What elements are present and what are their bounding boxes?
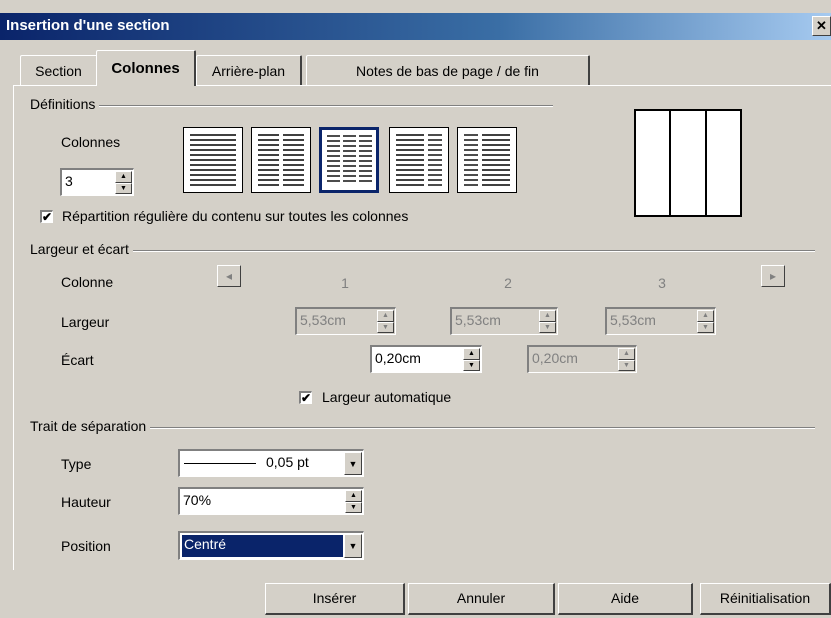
- tab-label: Arrière-plan: [211, 63, 286, 79]
- column-1-width-field[interactable]: 5,53cm ▲ ▼: [295, 307, 396, 335]
- selection-highlight: Centré: [181, 534, 344, 558]
- next-column-button[interactable]: ▸: [761, 265, 785, 287]
- spin-up-icon[interactable]: ▲: [618, 348, 635, 360]
- cancel-button[interactable]: Annuler: [408, 583, 555, 615]
- column-2-width-field[interactable]: 5,53cm ▲ ▼: [450, 307, 558, 335]
- preview-column-divider: [669, 111, 671, 215]
- position-value: Centré: [184, 536, 227, 552]
- spin-down-icon[interactable]: ▼: [377, 321, 394, 333]
- field-value: 5,53cm: [455, 312, 501, 328]
- separator-group-label: Trait de séparation: [30, 418, 151, 434]
- close-button[interactable]: ✕: [812, 16, 831, 36]
- tab-label: Notes de bas de page / de fin: [356, 63, 539, 79]
- width-spacing-divider: [40, 250, 815, 252]
- columns-preview: [634, 109, 742, 217]
- spacing-2-field[interactable]: 0,20cm ▲ ▼: [527, 345, 637, 373]
- spin-down-icon[interactable]: ▼: [115, 182, 132, 194]
- tab-colonnes[interactable]: Colonnes: [96, 50, 196, 86]
- arrow-left-icon: ◂: [225, 269, 233, 283]
- window-title: Insertion d'une section: [6, 17, 170, 34]
- type-label: Type: [61, 456, 92, 472]
- help-button[interactable]: Aide: [558, 583, 693, 615]
- columns-label: Colonnes: [61, 134, 121, 150]
- field-value: 70%: [183, 492, 212, 508]
- auto-width-label: Largeur automatique: [322, 389, 452, 405]
- arrow-right-icon: ▸: [769, 269, 777, 283]
- spin-up-icon[interactable]: ▲: [345, 490, 362, 502]
- insert-button[interactable]: Insérer: [265, 583, 405, 615]
- layout-one-column-button[interactable]: [183, 127, 243, 193]
- spin-down-icon[interactable]: ▼: [539, 321, 556, 333]
- layout-three-columns-button[interactable]: [319, 127, 379, 193]
- layout-two-columns-left-wide-button[interactable]: [389, 127, 449, 193]
- even-distribution-label: Répartition régulière du contenu sur tou…: [62, 208, 409, 224]
- height-stepper[interactable]: 70% ▲ ▼: [178, 487, 364, 515]
- position-label: Position: [61, 538, 111, 554]
- field-value: 5,53cm: [610, 312, 656, 328]
- previous-column-button[interactable]: ◂: [217, 265, 241, 287]
- columns-stepper[interactable]: 3 ▲ ▼: [60, 168, 134, 196]
- width-spacing-group-label: Largeur et écart: [30, 241, 133, 257]
- spacing-1-field[interactable]: 0,20cm ▲ ▼: [370, 345, 482, 373]
- spin-up-icon[interactable]: ▲: [697, 310, 714, 322]
- layout-two-columns-right-wide-button[interactable]: [457, 127, 517, 193]
- spin-down-icon[interactable]: ▼: [697, 321, 714, 333]
- spin-up-icon[interactable]: ▲: [463, 348, 480, 360]
- auto-width-checkbox[interactable]: ✔: [299, 391, 312, 404]
- spin-down-icon[interactable]: ▼: [345, 501, 362, 513]
- tab-label: Colonnes: [111, 60, 180, 77]
- tab-notes[interactable]: Notes de bas de page / de fin: [306, 55, 590, 85]
- position-select[interactable]: Centré ▼: [178, 531, 364, 560]
- line-type-select[interactable]: 0,05 pt ▼: [178, 449, 364, 477]
- two-columns-icon: [258, 134, 304, 186]
- even-distribution-checkbox[interactable]: ✔: [40, 210, 53, 223]
- line-sample-icon: [184, 463, 256, 464]
- width-label: Largeur: [61, 314, 110, 330]
- tab-label: Section: [35, 63, 82, 79]
- column-number: 2: [504, 275, 512, 291]
- separator-divider: [40, 427, 815, 429]
- spin-up-icon[interactable]: ▲: [377, 310, 394, 322]
- tab-arriere-plan[interactable]: Arrière-plan: [196, 55, 302, 85]
- field-value: 0,20cm: [532, 350, 578, 366]
- column-label: Colonne: [61, 274, 114, 290]
- three-columns-icon: [327, 135, 372, 182]
- spin-up-icon[interactable]: ▲: [539, 310, 556, 322]
- title-bar: Insertion d'une section ✕: [0, 13, 831, 40]
- columns-value: 3: [65, 173, 73, 189]
- spin-down-icon[interactable]: ▼: [618, 359, 635, 371]
- preview-column-divider: [705, 111, 707, 215]
- spin-up-icon[interactable]: ▲: [115, 171, 132, 183]
- field-value: 5,53cm: [300, 312, 346, 328]
- definitions-divider: [40, 105, 553, 107]
- column-3-width-field[interactable]: 5,53cm ▲ ▼: [605, 307, 716, 335]
- chevron-down-icon[interactable]: ▼: [344, 534, 362, 558]
- tab-section[interactable]: Section: [20, 55, 98, 85]
- spacing-label: Écart: [61, 352, 94, 368]
- two-columns-left-wide-icon: [396, 134, 442, 186]
- reset-button[interactable]: Réinitialisation: [700, 583, 831, 615]
- spin-down-icon[interactable]: ▼: [463, 359, 480, 371]
- column-number: 1: [341, 275, 349, 291]
- close-icon: ✕: [816, 18, 827, 33]
- column-number: 3: [658, 275, 666, 291]
- layout-two-columns-button[interactable]: [251, 127, 311, 193]
- one-column-icon: [190, 134, 236, 186]
- chevron-down-icon[interactable]: ▼: [344, 452, 362, 475]
- line-type-value: 0,05 pt: [266, 454, 309, 470]
- field-value: 0,20cm: [375, 350, 421, 366]
- definitions-group-label: Définitions: [30, 96, 100, 112]
- height-label: Hauteur: [61, 494, 111, 510]
- two-columns-right-wide-icon: [464, 134, 510, 186]
